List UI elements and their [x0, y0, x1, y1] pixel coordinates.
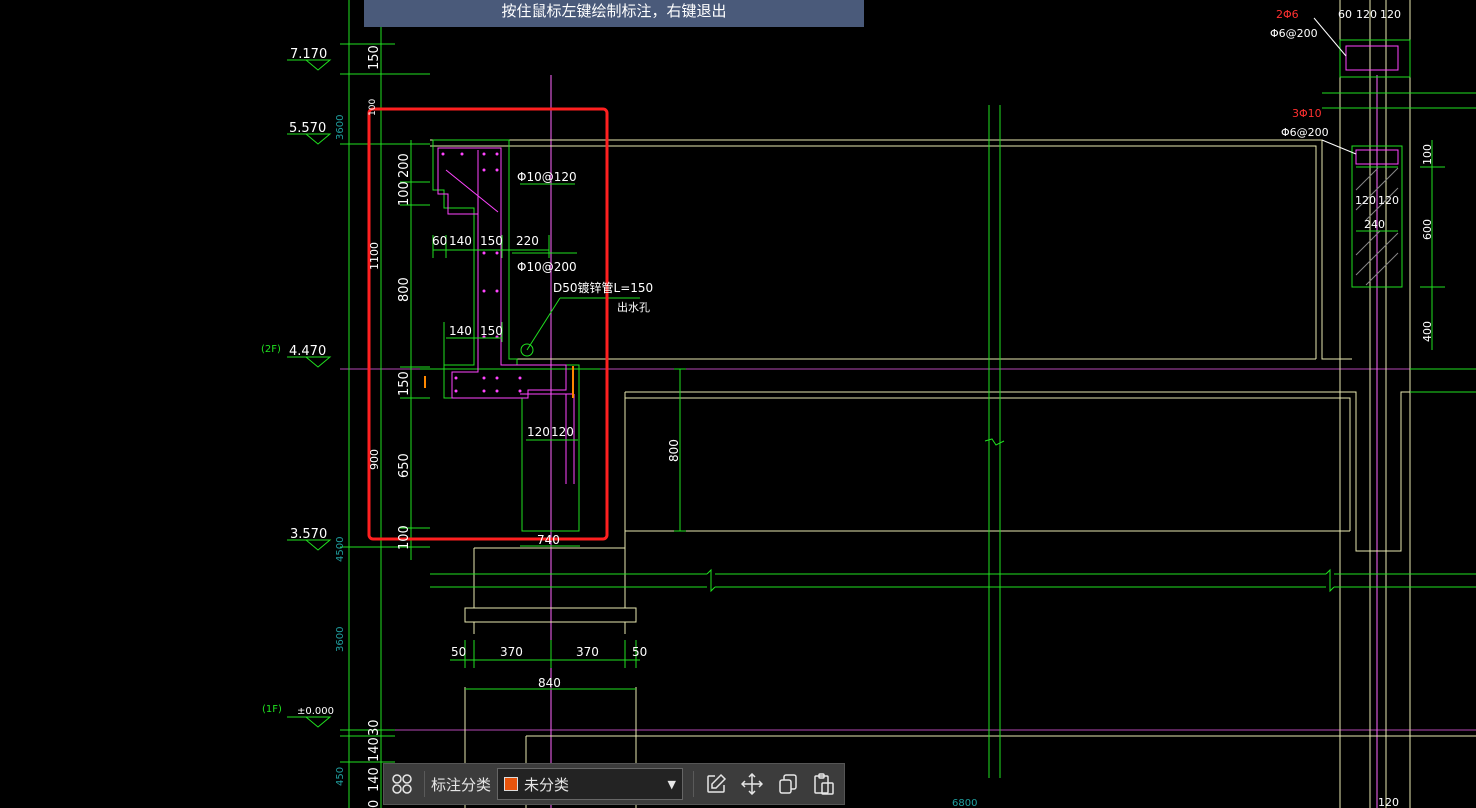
right-mid-stirrup: Φ6@200: [1281, 126, 1329, 139]
dim-30: 30: [367, 719, 382, 736]
elevation-7170: 7.170: [290, 47, 327, 62]
dim-100-bottom: 100: [397, 525, 412, 550]
dim-150-mid-2: 150: [480, 324, 503, 338]
col-dim-50-right: 50: [632, 645, 647, 659]
dim-0-bottom: 0: [367, 800, 382, 808]
dim-3600-bottom: 3600: [335, 627, 346, 652]
dim-800-beam: 800: [667, 439, 681, 462]
right-mid-bars: 3Φ10: [1292, 107, 1322, 120]
hint-banner: 按住鼠标左键绘制标注，右键退出: [364, 0, 864, 27]
toolbar-divider: [693, 771, 695, 797]
axis-lines: [340, 75, 1476, 808]
elevation-markers: [287, 59, 332, 728]
right-top-bars: 2Φ6: [1276, 8, 1299, 21]
hint-text: 按住鼠标左键绘制标注，右键退出: [501, 2, 727, 20]
dim-450: 450: [335, 767, 346, 786]
copy-icon[interactable]: [770, 766, 806, 802]
elevation-4470: 4.470: [289, 344, 326, 359]
dim-3600-top: 3600: [335, 115, 346, 140]
dim-140-mid: 140: [449, 324, 472, 338]
pipe-note: D50镀锌管L=150: [553, 280, 653, 295]
category-dropdown[interactable]: 未分类 ▼: [497, 768, 684, 800]
right-h-400: 400: [1421, 321, 1434, 342]
rebar-label-top: Φ10@120: [517, 170, 577, 184]
right-h-100: 100: [1421, 144, 1434, 165]
bottom-dim-6800: 6800: [952, 798, 977, 808]
col-dim-370-right: 370: [576, 645, 599, 659]
right-top-dim-60: 60: [1338, 8, 1352, 21]
dim-100-inner: 100: [397, 181, 412, 206]
dim-140-a: 140: [367, 737, 382, 762]
dim-4500: 4500: [335, 537, 346, 562]
annotation-toolbar: 标注分类 未分类 ▼: [383, 763, 845, 805]
dim-140-top: 140: [449, 234, 472, 248]
slab-lines: [420, 92, 1476, 778]
cad-drawing-canvas[interactable]: 7.170 5.570 4.470 3.570 ±0.000 (2F) (1F)…: [0, 0, 1476, 808]
dim-1100: 1100: [368, 242, 381, 270]
rebar-label-mid: Φ10@200: [517, 260, 577, 274]
paste-icon[interactable]: [806, 766, 842, 802]
right-h-600: 600: [1421, 219, 1434, 240]
dim-650: 650: [397, 453, 412, 478]
dim-740: 740: [537, 533, 560, 547]
edit-icon[interactable]: [698, 766, 734, 802]
col-width-840: 840: [538, 676, 561, 690]
elevation-0000: ±0.000: [297, 706, 334, 717]
col-dim-50-left: 50: [451, 645, 466, 659]
beam-outline: [430, 0, 1476, 808]
toolbar-divider: [424, 771, 425, 797]
dim-150-top-2: 150: [480, 234, 503, 248]
right-detail: [1313, 17, 1445, 350]
dim-220: 220: [516, 234, 539, 248]
dim-900: 900: [368, 449, 381, 470]
dim-800: 800: [397, 277, 412, 302]
category-label: 标注分类: [431, 775, 492, 794]
pipe-note-2: 出水孔: [617, 300, 650, 314]
category-value: 未分类: [524, 775, 570, 794]
dim-100-outer: 100: [368, 99, 378, 116]
dim-140-b: 140: [367, 767, 382, 792]
right-top-dim-120a: 120: [1356, 8, 1377, 21]
elevation-5570: 5.570: [289, 121, 326, 136]
dim-60: 60: [432, 234, 447, 248]
left-dimension-lines: [340, 0, 430, 808]
dim-200: 200: [397, 153, 412, 178]
floor-tag-1f: (1F): [262, 704, 282, 715]
move-icon[interactable]: [734, 766, 770, 802]
right-top-stirrup: Φ6@200: [1270, 27, 1318, 40]
right-top-dim-120b: 120: [1380, 8, 1401, 21]
dim-120-b: 120: [551, 425, 574, 439]
dim-150-mid: 150: [397, 371, 412, 396]
dim-150-top: 150: [367, 45, 382, 70]
right-mid-dim-120a: 120: [1355, 194, 1376, 207]
dim-120-a: 120: [527, 425, 550, 439]
chevron-down-icon: ▼: [667, 777, 677, 791]
floor-tag-2f: (2F): [261, 344, 281, 355]
category-color-swatch: [504, 777, 519, 791]
right-bottom-120: 120: [1378, 796, 1399, 808]
elevation-3570: 3.570: [290, 527, 327, 542]
right-width-240: 240: [1364, 218, 1385, 231]
right-mid-dim-120b: 120: [1378, 194, 1399, 207]
grid-icon[interactable]: [384, 766, 420, 802]
col-dim-370-left: 370: [500, 645, 523, 659]
